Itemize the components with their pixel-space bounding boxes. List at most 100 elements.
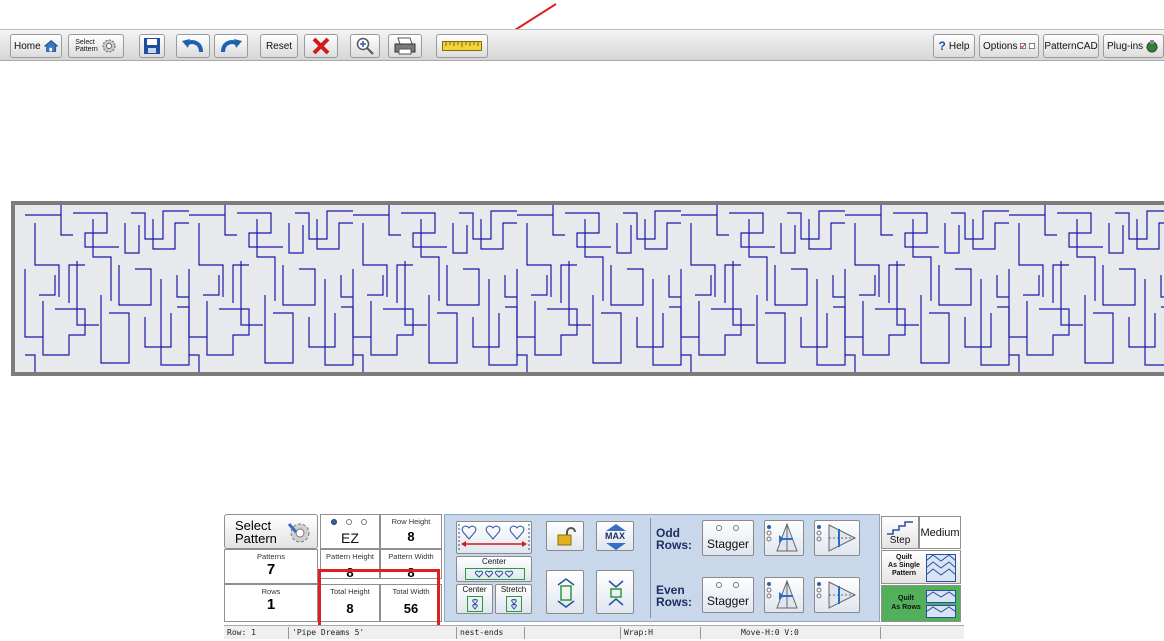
quilt-single-line2: As Single xyxy=(888,562,920,569)
pattern-stroke xyxy=(76,261,99,326)
pattern-stroke xyxy=(1108,223,1124,254)
options-button[interactable]: Options xyxy=(979,34,1039,58)
pattern-stroke xyxy=(748,219,768,301)
pattern-stroke xyxy=(534,301,578,356)
patterncad-button[interactable]: PatternCAD xyxy=(1043,34,1099,58)
pattern-stroke xyxy=(1023,275,1040,296)
center-button[interactable]: Center xyxy=(456,556,532,582)
pattern-stroke xyxy=(324,279,354,366)
undo-button[interactable] xyxy=(176,34,210,58)
pattern-stroke xyxy=(964,313,992,348)
save-button[interactable] xyxy=(139,34,165,58)
highlight-rectangle xyxy=(318,569,440,632)
pattern-stroke xyxy=(459,210,517,240)
center-vertical-button[interactable]: Center xyxy=(456,584,493,614)
shrink-vertical-button[interactable] xyxy=(596,570,634,614)
pattern-stroke xyxy=(859,275,876,296)
zoom-button[interactable] xyxy=(350,34,380,58)
patterns-label: Patterns xyxy=(257,552,285,561)
even-stagger-radio-1[interactable] xyxy=(716,582,722,588)
close-icon xyxy=(312,37,330,55)
quilt-single-button[interactable]: Quilt As Single Pattern xyxy=(881,550,961,584)
shrink-vertical-icon xyxy=(608,580,624,606)
odd-stagger-radio-1[interactable] xyxy=(716,525,722,531)
pattern-stroke xyxy=(698,301,742,356)
status-bar: Row: 1 'Pipe Dreams 5' nest-ends Wrap:H … xyxy=(224,625,964,639)
pattern-stroke xyxy=(832,275,845,298)
ez-radio-1[interactable] xyxy=(331,519,337,525)
even-flip-horizontal-button[interactable] xyxy=(814,577,860,613)
pattern-stroke xyxy=(1076,219,1096,301)
pattern-stroke xyxy=(367,275,384,296)
pattern-stroke xyxy=(25,214,73,236)
pattern-stroke xyxy=(652,279,682,366)
help-label: Help xyxy=(948,40,970,52)
ez-mode-cell[interactable]: EZ xyxy=(320,514,380,549)
checked-box-icon xyxy=(1020,43,1027,49)
pattern-stroke xyxy=(401,212,447,248)
pattern-stroke xyxy=(488,279,518,366)
plugins-button[interactable]: Plug-ins xyxy=(1103,34,1164,58)
flip-vertical-icon xyxy=(766,522,798,552)
row-height-value[interactable]: 8 xyxy=(381,529,441,544)
pattern-stroke xyxy=(472,313,500,348)
delete-button[interactable] xyxy=(304,34,338,58)
status-row: Row: 1 xyxy=(227,628,256,637)
unlock-icon xyxy=(557,527,576,546)
stretch-button[interactable]: Stretch xyxy=(495,584,532,614)
help-button[interactable]: ? Help xyxy=(933,34,975,58)
house-icon xyxy=(43,40,58,52)
reset-button[interactable]: Reset xyxy=(260,34,298,58)
select-pattern-button[interactable]: Select Pattern xyxy=(68,34,124,58)
lock-button[interactable] xyxy=(546,521,584,551)
quilt-rows-button[interactable]: Quilt As Rows xyxy=(881,585,961,622)
expand-vertical-button[interactable] xyxy=(546,570,584,614)
odd-flip-horizontal-button[interactable] xyxy=(814,520,860,556)
pattern-stroke xyxy=(517,214,565,236)
pattern-stroke xyxy=(780,223,796,254)
repeat-horizontal-button[interactable] xyxy=(456,521,532,554)
hearts-repeat-icon xyxy=(458,524,530,551)
ez-radio-3[interactable] xyxy=(361,519,367,525)
status-nest: nest-ends xyxy=(456,627,524,639)
measure-button[interactable] xyxy=(436,34,488,58)
ez-radio-2[interactable] xyxy=(346,519,352,525)
panel-select-pattern-button[interactable]: Select Pattern xyxy=(224,514,318,549)
pattern-stroke xyxy=(816,279,846,366)
pattern-stroke xyxy=(160,279,190,366)
even-stagger-button[interactable]: Stagger xyxy=(702,577,754,613)
step-label: Step xyxy=(889,535,911,546)
redo-button[interactable] xyxy=(214,34,248,58)
max-button[interactable]: MAX xyxy=(596,521,634,551)
pattern-stroke xyxy=(1057,212,1103,248)
pattern-stroke xyxy=(1009,354,1020,372)
odd-flip-vertical-button[interactable] xyxy=(764,520,804,556)
printer-icon xyxy=(394,37,416,55)
pattern-preview xyxy=(24,205,1164,372)
rows-value[interactable]: 1 xyxy=(225,596,317,613)
odd-line2: Rows: xyxy=(656,538,692,552)
pattern-canvas[interactable] xyxy=(11,201,1164,376)
pattern-stroke xyxy=(616,223,632,254)
odd-stagger-button[interactable]: Stagger xyxy=(702,520,754,556)
pattern-stroke xyxy=(845,354,856,372)
max-label: MAX xyxy=(605,531,625,541)
print-button[interactable] xyxy=(388,34,422,58)
speed-medium-select[interactable]: Medium xyxy=(919,516,961,549)
even-flip-vertical-button[interactable] xyxy=(764,577,804,613)
even-stagger-radio-2[interactable] xyxy=(733,582,739,588)
step-button[interactable]: Step xyxy=(881,516,919,549)
pattern-stroke xyxy=(1115,210,1164,240)
gear-icon xyxy=(287,523,310,543)
main-toolbar: Home Select Pattern Reset ? Help Options … xyxy=(0,29,1164,61)
pattern-stroke xyxy=(896,261,919,326)
odd-stagger-radio-2[interactable] xyxy=(733,525,739,531)
pattern-width-label: Pattern Width xyxy=(388,552,434,561)
home-button[interactable]: Home xyxy=(10,34,62,58)
select-pattern-line2: Pattern xyxy=(75,46,98,53)
pattern-stroke xyxy=(152,219,189,250)
pattern-stroke xyxy=(644,219,681,250)
odd-rows-label: Odd Rows: xyxy=(656,527,692,551)
center-vertical-label: Center xyxy=(462,585,487,594)
patterns-value[interactable]: 7 xyxy=(225,561,317,578)
